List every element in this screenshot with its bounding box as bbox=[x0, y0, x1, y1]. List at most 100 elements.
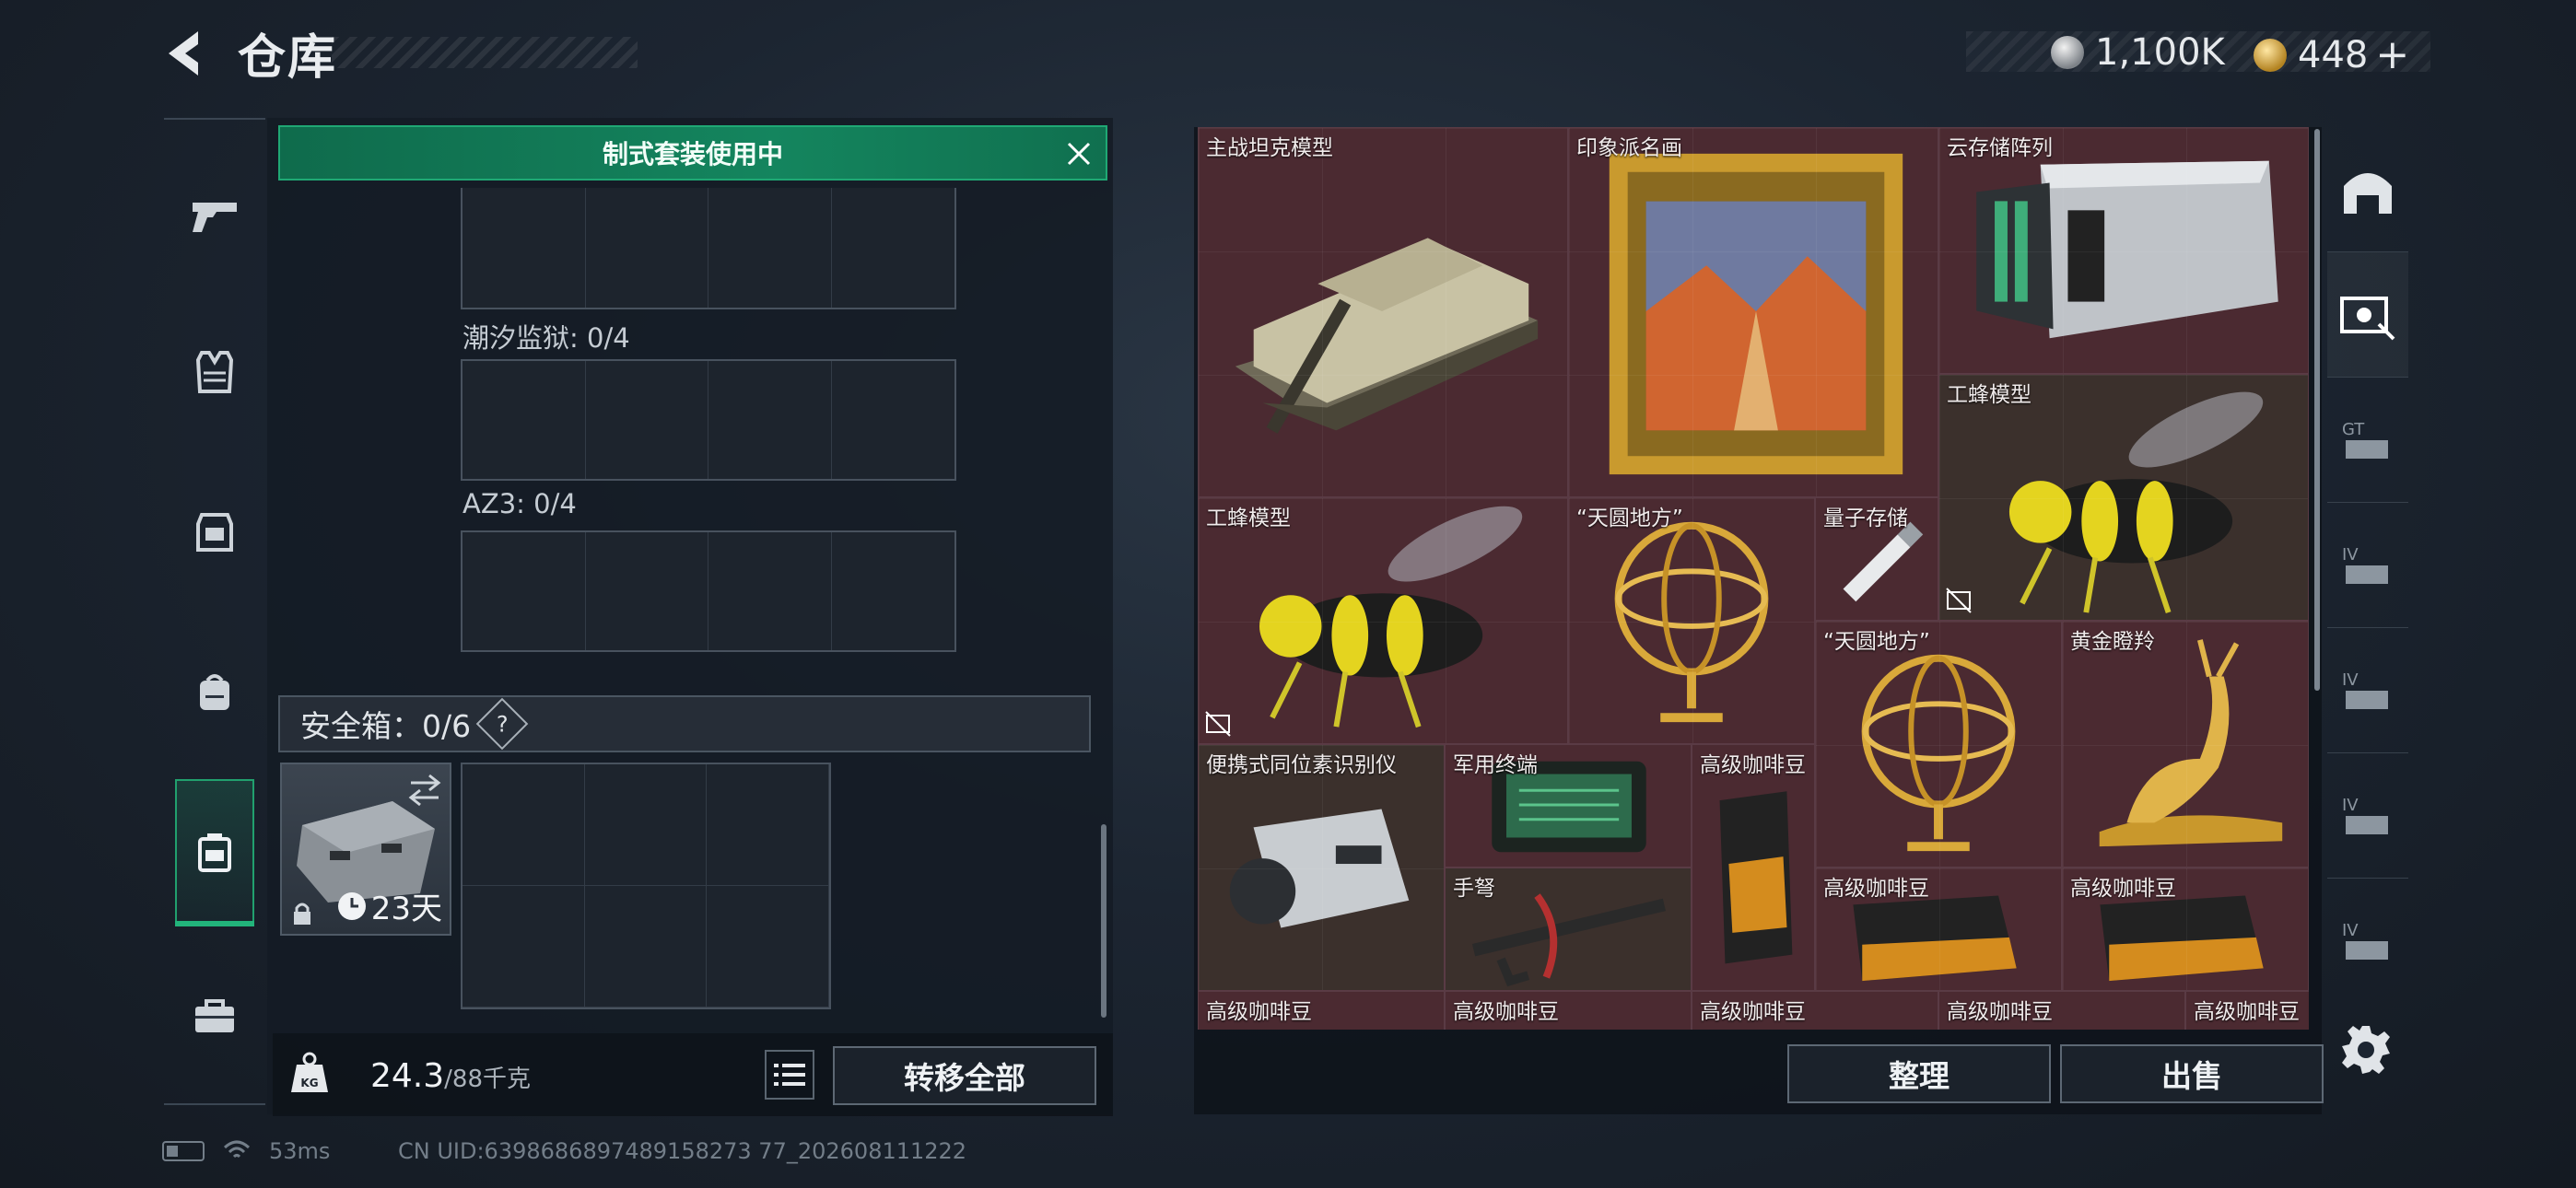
close-icon[interactable] bbox=[1063, 138, 1095, 169]
slot-grid-top[interactable] bbox=[461, 188, 956, 309]
stash-tab-iv-4[interactable]: IV bbox=[2327, 879, 2408, 1004]
item-name: 高级咖啡豆 bbox=[1947, 1000, 2053, 1024]
safe-box-grid[interactable] bbox=[461, 763, 831, 1009]
svg-text:IV: IV bbox=[2342, 796, 2359, 815]
svg-text:KG: KG bbox=[300, 1077, 318, 1089]
armillary-sphere-thumb bbox=[1861, 654, 2016, 852]
nav-storage[interactable] bbox=[175, 779, 254, 926]
stash-item[interactable]: 印象派名画 bbox=[1568, 127, 1938, 497]
gear-icon bbox=[2342, 1026, 2390, 1074]
stash-item[interactable]: 高级咖啡豆 bbox=[1198, 991, 1445, 1030]
isotope-scanner-thumb bbox=[1229, 809, 1410, 928]
stash-scrollbar[interactable] bbox=[2314, 129, 2320, 691]
svg-text:IV: IV bbox=[2342, 670, 2359, 690]
stash-item[interactable]: 主战坦克模型 bbox=[1198, 127, 1568, 497]
stash-item[interactable]: 手弩 bbox=[1445, 868, 1692, 991]
battery-icon bbox=[162, 1141, 205, 1161]
item-name: 高级咖啡豆 bbox=[1823, 877, 1929, 901]
back-arrow-icon bbox=[169, 31, 198, 76]
stash-tab-home[interactable] bbox=[2327, 127, 2408, 252]
stash-tab-1[interactable] bbox=[2327, 252, 2408, 378]
stash-page-nav: GT IV IV IV IV bbox=[2327, 127, 2408, 987]
clock-icon bbox=[337, 891, 366, 920]
list-view-button[interactable] bbox=[765, 1050, 814, 1100]
item-name: 云存储阵列 bbox=[1947, 136, 2053, 160]
armillary-sphere-thumb bbox=[1614, 521, 1769, 723]
stash-item[interactable]: 高级咖啡豆 bbox=[2062, 868, 2309, 991]
stash-item[interactable]: 量子存储 bbox=[1815, 497, 1938, 621]
stash-item[interactable]: 高级咖啡豆 bbox=[1815, 868, 2062, 991]
wifi-icon bbox=[223, 1140, 251, 1159]
item-name: 高级咖啡豆 bbox=[1206, 1000, 1312, 1024]
banner-text: 制式套装使用中 bbox=[602, 139, 783, 169]
standard-kit-banner: 制式套装使用中 bbox=[278, 125, 1107, 181]
weight-icon: KG bbox=[287, 1050, 332, 1096]
item-name: 便携式同位素识别仪 bbox=[1206, 753, 1397, 777]
help-icon[interactable]: ? bbox=[475, 697, 529, 751]
server-array-thumb bbox=[1976, 160, 2278, 339]
lock-icon bbox=[294, 903, 310, 925]
storage-case-icon bbox=[198, 833, 231, 872]
stash-item[interactable]: 高级咖啡豆 bbox=[1938, 991, 2185, 1030]
stash-tab-gt[interactable]: GT bbox=[2327, 378, 2408, 503]
loadout-scrollbar[interactable] bbox=[1101, 824, 1107, 1018]
expiry-days: 23天 bbox=[370, 891, 442, 927]
stash-item[interactable]: 高级咖啡豆 bbox=[2185, 991, 2309, 1030]
stash-iv-icon: IV bbox=[2342, 545, 2388, 584]
not-discoverable-icon bbox=[1946, 588, 1972, 613]
add-currency-icon[interactable]: + bbox=[2375, 31, 2409, 78]
stash-item[interactable]: 云存储阵列 bbox=[1938, 127, 2309, 374]
svg-text:IV: IV bbox=[2342, 545, 2359, 565]
sort-button[interactable]: 整理 bbox=[1787, 1044, 2051, 1103]
slot-grid[interactable] bbox=[461, 530, 956, 652]
nav-armor[interactable] bbox=[164, 298, 265, 446]
item-name: “天圆地方” bbox=[1576, 507, 1683, 530]
back-button[interactable] bbox=[161, 26, 211, 81]
item-name: 工蜂模型 bbox=[1206, 507, 1291, 530]
gold-coin-icon bbox=[2254, 38, 2287, 72]
chest-rig-icon bbox=[196, 513, 233, 552]
sell-button[interactable]: 出售 bbox=[2060, 1044, 2324, 1103]
stash-tab-iv-3[interactable]: IV bbox=[2327, 753, 2408, 879]
safe-box-label: 安全箱：0/6 bbox=[300, 708, 472, 744]
transfer-all-button[interactable]: 转移全部 bbox=[833, 1046, 1096, 1105]
stash-iv-icon: IV bbox=[2342, 921, 2388, 960]
item-name: 印象派名画 bbox=[1576, 136, 1682, 160]
item-name: 高级咖啡豆 bbox=[2194, 1000, 2300, 1024]
stash-iv-icon: IV bbox=[2342, 796, 2388, 834]
worker-bee-thumb bbox=[1259, 506, 1523, 728]
gold-amount: 448 bbox=[2298, 33, 2369, 76]
stash-tab-iv-1[interactable]: IV bbox=[2327, 503, 2408, 628]
stash-item[interactable]: 黄金瞪羚 bbox=[2062, 621, 2309, 868]
stash-item[interactable]: 工蜂模型 bbox=[1938, 374, 2309, 621]
nav-backpack[interactable] bbox=[164, 619, 265, 766]
stash-item[interactable]: 军用终端 bbox=[1445, 744, 1692, 868]
stash-item[interactable]: “天圆地方” bbox=[1568, 497, 1815, 744]
weight-value: 24.3 bbox=[370, 1057, 445, 1095]
stash-item[interactable]: 高级咖啡豆 bbox=[1692, 744, 1815, 991]
nav-toolbox[interactable] bbox=[164, 943, 265, 1090]
gold-currency[interactable]: 448 + bbox=[2254, 31, 2409, 78]
silver-coin-icon bbox=[2051, 36, 2084, 69]
pistol-icon bbox=[193, 203, 237, 232]
stash-item[interactable]: “天圆地方” bbox=[1815, 621, 2062, 868]
stash-item[interactable]: 高级咖啡豆 bbox=[1445, 991, 1692, 1030]
briefcase-icon bbox=[195, 999, 234, 1032]
stash-box-icon bbox=[2340, 296, 2395, 340]
golden-gazelle-thumb bbox=[2099, 639, 2283, 847]
stash-item[interactable]: 高级咖啡豆 bbox=[1692, 991, 1938, 1030]
nav-weapons[interactable] bbox=[164, 142, 265, 289]
stash-item[interactable]: 工蜂模型 bbox=[1198, 497, 1568, 744]
silver-amount: 1,100K bbox=[2095, 31, 2225, 74]
painting-thumb bbox=[1609, 153, 1903, 475]
stash-item[interactable]: 便携式同位素识别仪 bbox=[1198, 744, 1445, 991]
settings-button[interactable] bbox=[2340, 1024, 2392, 1076]
nav-chest-rig[interactable] bbox=[164, 459, 265, 606]
safe-case-item[interactable]: 23天 bbox=[280, 763, 451, 936]
page-title: 仓库 bbox=[238, 30, 338, 86]
stash-tab-iv-2[interactable]: IV bbox=[2327, 628, 2408, 753]
safe-box-header: 安全箱：0/6 ? bbox=[278, 695, 1091, 752]
left-category-nav bbox=[164, 118, 265, 1105]
item-name: 工蜂模型 bbox=[1947, 383, 2032, 407]
slot-grid[interactable] bbox=[461, 359, 956, 481]
